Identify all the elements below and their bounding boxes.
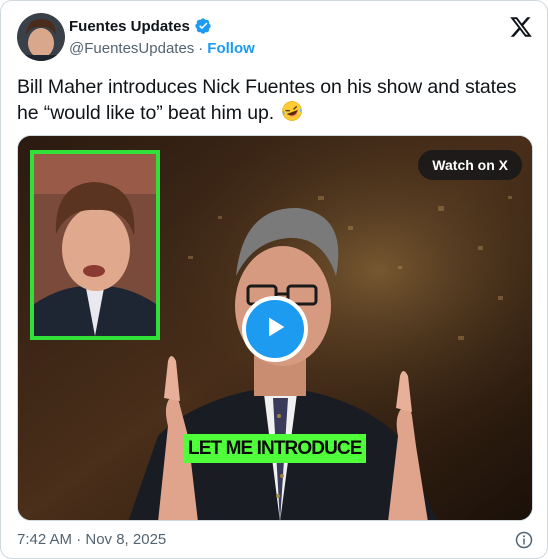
- tweet-text-line2: he “would like to” beat him up.: [17, 102, 275, 124]
- watch-on-x-button[interactable]: Watch on X: [418, 150, 522, 180]
- play-button[interactable]: [242, 296, 308, 362]
- video-media[interactable]: Watch on X LET ME INTRODUCE: [17, 135, 533, 521]
- separator-dot: ·: [198, 40, 204, 57]
- timestamp[interactable]: 7:42 AM · Nov 8, 2025: [17, 531, 166, 548]
- x-logo-icon[interactable]: [509, 15, 533, 39]
- avatar[interactable]: [17, 13, 65, 61]
- tweet-header: Fuentes Updates @FuentesUpdates · Follow: [17, 11, 533, 63]
- rolling-on-floor-laughing-emoji-icon: [281, 100, 303, 122]
- display-name[interactable]: Fuentes Updates: [69, 18, 190, 35]
- play-icon: [261, 313, 289, 346]
- tweet-card: Fuentes Updates @FuentesUpdates · Follow…: [0, 0, 548, 559]
- verified-badge-icon: [194, 17, 212, 35]
- tweet-text-line1: Bill Maher introduces Nick Fuentes on hi…: [17, 76, 517, 98]
- follow-button[interactable]: Follow: [207, 40, 255, 57]
- tweet-text: Bill Maher introduces Nick Fuentes on hi…: [17, 75, 537, 126]
- handle[interactable]: @FuentesUpdates: [69, 40, 194, 57]
- handle-row: @FuentesUpdates · Follow: [69, 40, 255, 57]
- name-row: Fuentes Updates: [69, 17, 212, 35]
- info-icon[interactable]: [515, 531, 533, 549]
- video-caption: LET ME INTRODUCE: [184, 434, 366, 463]
- inset-portrait-image: [30, 150, 160, 340]
